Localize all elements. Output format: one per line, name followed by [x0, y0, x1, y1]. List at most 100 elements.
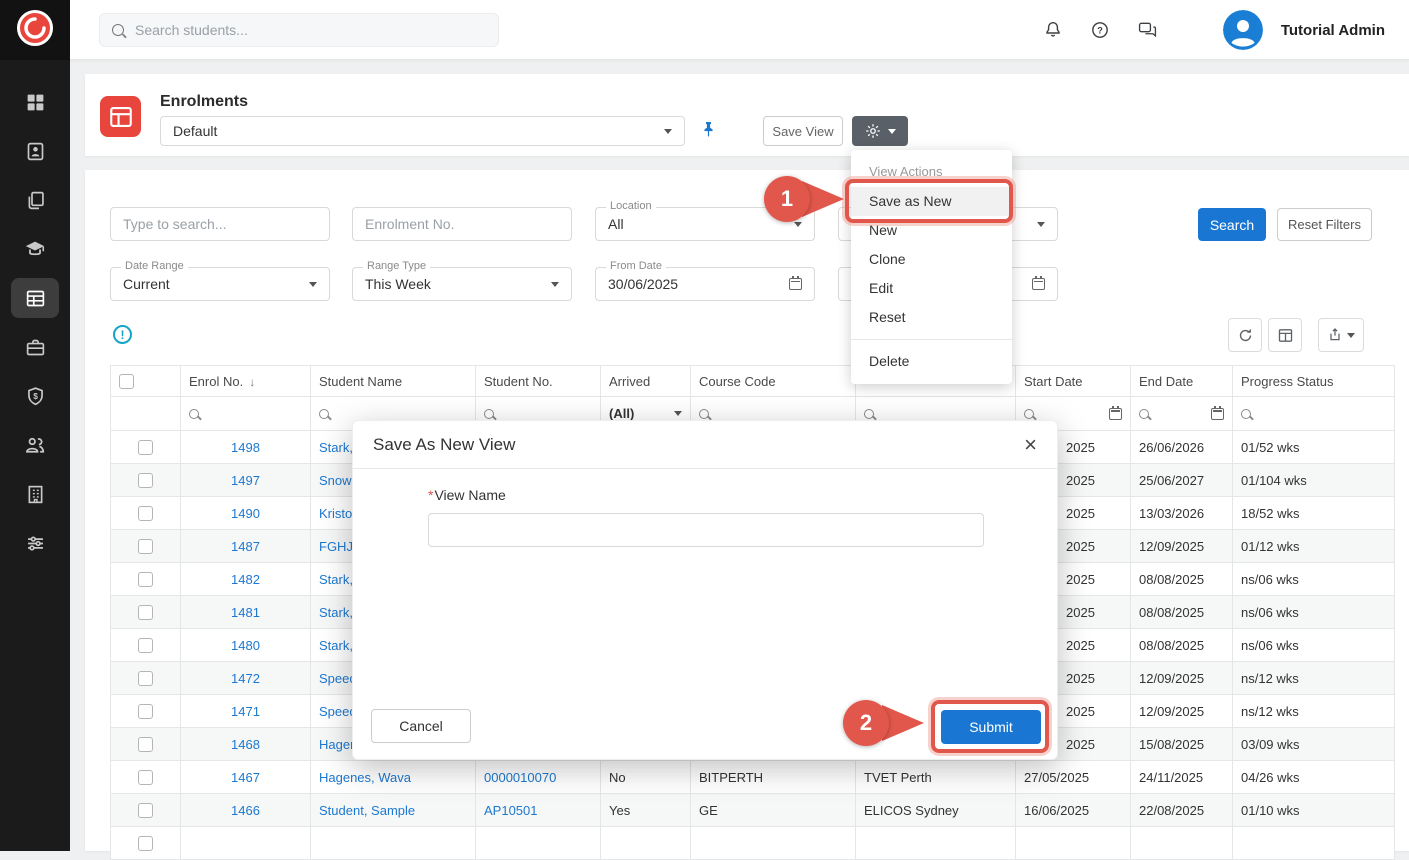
reset-filters-button[interactable]: Reset Filters [1277, 208, 1372, 241]
col-header-progress_status[interactable]: Progress Status [1233, 366, 1395, 397]
enrolment-no-filter[interactable] [352, 207, 572, 241]
student-name-link[interactable]: Student, Sample [319, 803, 415, 818]
view-header: Enrolments Default Save View [85, 74, 1409, 156]
menu-item-reset[interactable]: Reset [851, 303, 1012, 332]
row-checkbox[interactable] [138, 473, 153, 488]
calendar-icon[interactable] [1109, 408, 1122, 420]
pin-icon[interactable] [701, 120, 716, 144]
date-range-filter[interactable]: Date Range Current [110, 267, 330, 301]
messages-icon[interactable] [1137, 20, 1158, 40]
student-name-link[interactable]: Kristo [319, 506, 352, 521]
sidebar-item-organisations[interactable] [11, 474, 59, 514]
cancel-button[interactable]: Cancel [371, 709, 471, 743]
student-name-link[interactable]: Stark, [319, 572, 353, 587]
menu-item-edit[interactable]: Edit [851, 274, 1012, 303]
enrol-no-link[interactable]: 1467 [231, 770, 260, 785]
student-name-link[interactable]: Hagenes, Wava [319, 770, 411, 785]
from-date-filter[interactable]: From Date 30/06/2025 [595, 267, 815, 301]
notifications-icon[interactable] [1043, 20, 1063, 40]
menu-item-new[interactable]: New [851, 216, 1012, 245]
filter-cell-enrol_no[interactable] [181, 397, 311, 431]
avatar[interactable] [1223, 10, 1263, 50]
row-checkbox[interactable] [138, 803, 153, 818]
sidebar-item-enrolments[interactable] [11, 278, 59, 318]
view-actions-button[interactable] [852, 116, 908, 146]
save-view-button[interactable]: Save View [763, 116, 843, 146]
col-header-enrol_no[interactable]: Enrol No.↓ [181, 366, 311, 397]
student-name-link[interactable]: Speec [319, 704, 356, 719]
row-checkbox[interactable] [138, 440, 153, 455]
view-selector[interactable]: Default [160, 116, 685, 146]
enrol-no-link[interactable]: 1466 [231, 803, 260, 818]
student-name-link[interactable]: Speec [319, 671, 356, 686]
enrol-no-link[interactable]: 1487 [231, 539, 260, 554]
row-checkbox[interactable] [138, 572, 153, 587]
refresh-button[interactable] [1228, 318, 1262, 352]
enrol-no-link[interactable]: 1490 [231, 506, 260, 521]
enrol-no-link[interactable]: 1498 [231, 440, 260, 455]
enrol-no-link[interactable]: 1482 [231, 572, 260, 587]
student-no-link[interactable]: AP10501 [484, 803, 538, 818]
info-icon[interactable] [113, 325, 132, 344]
app-logo[interactable] [0, 0, 70, 60]
range-type-filter[interactable]: Range Type This Week [352, 267, 572, 301]
student-name-link[interactable]: Stark, [319, 638, 353, 653]
global-search[interactable] [99, 13, 499, 47]
sidebar-item-dashboard[interactable] [11, 82, 59, 122]
sidebar-item-agents[interactable] [11, 425, 59, 465]
search-input[interactable] [133, 21, 486, 39]
sidebar-item-contacts[interactable] [11, 131, 59, 171]
calendar-icon[interactable] [1211, 408, 1224, 420]
row-checkbox[interactable] [138, 506, 153, 521]
student-no-link[interactable]: 0000010070 [484, 770, 556, 785]
row-checkbox[interactable] [138, 770, 153, 785]
row-checkbox[interactable] [138, 671, 153, 686]
enrol-no-link[interactable]: 1471 [231, 704, 260, 719]
sidebar-item-courses[interactable] [11, 229, 59, 269]
row-checkbox[interactable] [138, 836, 153, 851]
select-all-checkbox[interactable] [119, 374, 134, 389]
col-header-end_date[interactable]: End Date [1131, 366, 1233, 397]
sidebar-item-documents[interactable] [11, 180, 59, 220]
close-icon[interactable] [1024, 434, 1037, 456]
menu-item-delete[interactable]: Delete [851, 347, 1012, 376]
col-header-student_name[interactable]: Student Name [311, 366, 476, 397]
workplacement-icon [25, 337, 46, 358]
filter-cell-end_date[interactable] [1131, 397, 1233, 431]
student-name-link[interactable]: Stark, [319, 605, 353, 620]
enrol-no-link[interactable]: 1497 [231, 473, 260, 488]
help-icon[interactable]: ? [1090, 20, 1110, 40]
user-name[interactable]: Tutorial Admin [1281, 22, 1385, 39]
col-header-course_code[interactable]: Course Code [691, 366, 856, 397]
row-checkbox[interactable] [138, 605, 153, 620]
row-checkbox[interactable] [138, 704, 153, 719]
row-checkbox[interactable] [138, 539, 153, 554]
menu-item-clone[interactable]: Clone [851, 245, 1012, 274]
column-chooser-button[interactable] [1268, 318, 1302, 352]
sidebar-item-workplacement[interactable] [11, 327, 59, 367]
filter-cell-progress_status[interactable] [1233, 397, 1395, 431]
enrol-no-link[interactable]: 1468 [231, 737, 260, 752]
enrol-no-link[interactable]: 1480 [231, 638, 260, 653]
from-date-filter-value: 30/06/2025 [608, 276, 678, 292]
col-header-arrived[interactable]: Arrived [601, 366, 691, 397]
row-checkbox[interactable] [138, 737, 153, 752]
enrol-no-link[interactable]: 1472 [231, 671, 260, 686]
calendar-icon[interactable] [1032, 278, 1045, 290]
sidebar-item-finance[interactable]: $ [11, 376, 59, 416]
col-header-start_date[interactable]: Start Date [1016, 366, 1131, 397]
calendar-icon[interactable] [789, 278, 802, 290]
row-checkbox[interactable] [138, 638, 153, 653]
menu-item-save-as-new[interactable]: Save as New [851, 187, 1012, 216]
sidebar-item-settings[interactable] [11, 523, 59, 563]
submit-button[interactable]: Submit [941, 710, 1041, 744]
col-header-student_no[interactable]: Student No. [476, 366, 601, 397]
sort-desc-icon[interactable]: ↓ [249, 375, 255, 389]
student-name-link[interactable]: Snow, [319, 473, 354, 488]
student-name-link[interactable]: Stark, [319, 440, 353, 455]
enrol-no-link[interactable]: 1481 [231, 605, 260, 620]
text-search-filter[interactable] [110, 207, 330, 241]
search-button[interactable]: Search [1198, 208, 1266, 241]
view-name-input[interactable] [428, 513, 984, 547]
export-button[interactable] [1318, 318, 1364, 352]
